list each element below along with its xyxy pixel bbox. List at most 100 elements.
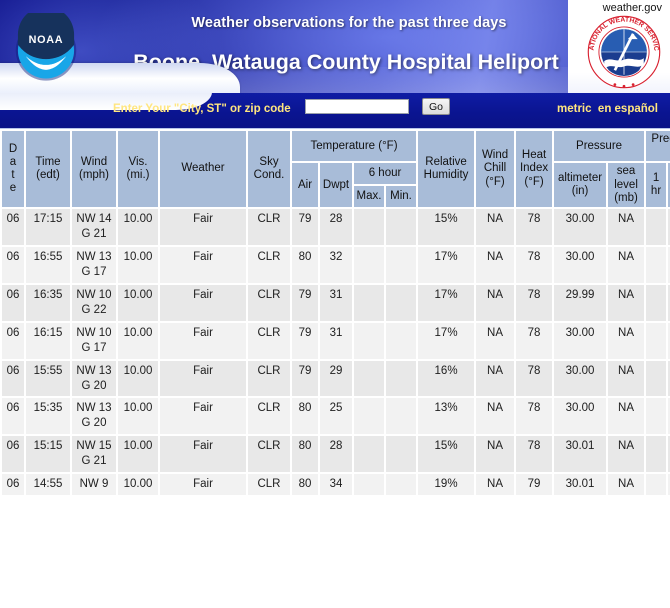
header-time-unit: (edt) xyxy=(36,169,60,182)
cell-sea-level: NA xyxy=(608,436,645,473)
header-sea-level: sea level (mb) xyxy=(608,163,645,208)
cell-heat-index: 78 xyxy=(516,360,553,397)
metric-link[interactable]: metric xyxy=(557,103,592,115)
cell-sea-level: NA xyxy=(608,398,645,435)
cell-air-temp: 79 xyxy=(292,209,318,245)
cell-wind: NW 13 G 20 xyxy=(72,360,116,397)
cell-precip-1hr xyxy=(646,246,667,283)
cell-wind: NW 14 G 21 xyxy=(72,209,116,245)
cell-dewpoint: 29 xyxy=(320,360,352,397)
cell-dewpoint: 31 xyxy=(320,322,352,359)
espanol-link[interactable]: en español xyxy=(598,103,658,115)
table-row: 06 17:15 NW 14 G 21 10.00 Fair CLR 79 28 15% NA 7… xyxy=(2,209,670,245)
cell-temp-min xyxy=(386,398,417,435)
cell-precip-1hr xyxy=(646,398,667,435)
language-links: metric en español xyxy=(557,103,658,115)
cell-precip-1hr xyxy=(646,436,667,473)
cell-weather: Fair xyxy=(160,398,246,435)
header-sea-line1: sea xyxy=(616,165,636,178)
cell-heat-index: 78 xyxy=(516,322,553,359)
cell-heat-index: 78 xyxy=(516,284,553,321)
header-relative-humidity: Relative Humidity xyxy=(418,131,475,208)
observations-table-container: Date Time (edt) Wind (mph) Vis. (mi.) We… xyxy=(0,129,670,498)
cell-weather: Fair xyxy=(160,284,246,321)
cell-visibility: 10.00 xyxy=(118,322,158,359)
header-sky-label: Sky xyxy=(259,155,279,168)
header-vis-unit: (mi.) xyxy=(126,169,150,182)
cell-visibility: 10.00 xyxy=(118,398,158,435)
cell-wind-chill: NA xyxy=(476,246,515,283)
header-precip-1hr: 1 hr xyxy=(646,163,667,208)
header-date: Date xyxy=(2,131,24,208)
cell-air-temp: 79 xyxy=(292,322,318,359)
cell-weather: Fair xyxy=(160,246,246,283)
cell-precip-1hr xyxy=(646,322,667,359)
observations-table-body: 06 17:15 NW 14 G 21 10.00 Fair CLR 79 28 15% NA 7… xyxy=(2,209,670,496)
cell-heat-index: 79 xyxy=(516,474,553,496)
cell-altimeter: 30.00 xyxy=(554,360,607,397)
header-wind-chill: Wind Chill (°F) xyxy=(476,131,515,208)
header-temperature-group: Temperature (°F) xyxy=(292,131,417,162)
cell-relative-humidity: 15% xyxy=(418,209,475,245)
cell-date: 06 xyxy=(2,360,24,397)
cell-sky-cond: CLR xyxy=(248,360,290,397)
header-temp-min: Min. xyxy=(386,186,417,208)
svg-text:NOAA: NOAA xyxy=(29,34,64,46)
cell-temp-max xyxy=(354,246,384,283)
cell-temp-max xyxy=(354,398,384,435)
cell-relative-humidity: 19% xyxy=(418,474,475,496)
cell-visibility: 10.00 xyxy=(118,246,158,283)
cell-date: 06 xyxy=(2,436,24,473)
header-vis: Vis. (mi.) xyxy=(118,131,158,208)
header-chill-line2: Chill xyxy=(483,162,507,175)
table-row: 06 15:15 NW 15 G 21 10.00 Fair CLR 80 28 15% NA 7… xyxy=(2,436,670,473)
cell-temp-min xyxy=(386,322,417,359)
search-input[interactable] xyxy=(305,99,409,114)
header-pressure-group: Pressure xyxy=(554,131,645,162)
header-wind: Wind (mph) xyxy=(72,131,116,208)
cell-time: 15:15 xyxy=(26,436,70,473)
cell-time: 15:55 xyxy=(26,360,70,397)
cell-dewpoint: 31 xyxy=(320,284,352,321)
cell-sky-cond: CLR xyxy=(248,436,290,473)
cell-temp-max xyxy=(354,436,384,473)
cell-wind: NW 9 xyxy=(72,474,116,496)
header-six-hour: 6 hour xyxy=(354,163,417,185)
cell-relative-humidity: 15% xyxy=(418,436,475,473)
cell-heat-index: 78 xyxy=(516,398,553,435)
cell-temp-max xyxy=(354,209,384,245)
header-p1-num: 1 xyxy=(652,172,660,185)
cell-precip-1hr xyxy=(646,284,667,321)
cell-date: 06 xyxy=(2,398,24,435)
header-dewpoint: Dwpt xyxy=(320,163,352,208)
table-row: 06 16:35 NW 10 G 22 10.00 Fair CLR 79 31 17% NA 7… xyxy=(2,284,670,321)
cell-weather: Fair xyxy=(160,209,246,245)
table-row: 06 15:55 NW 13 G 20 10.00 Fair CLR 79 29 16% NA 7… xyxy=(2,360,670,397)
header-precip-label: Precipitation xyxy=(651,133,670,145)
go-button[interactable]: Go xyxy=(422,98,450,115)
cell-air-temp: 80 xyxy=(292,436,318,473)
cell-sea-level: NA xyxy=(608,209,645,245)
cell-wind-chill: NA xyxy=(476,284,515,321)
cell-relative-humidity: 16% xyxy=(418,360,475,397)
cell-wind-chill: NA xyxy=(476,209,515,245)
cell-altimeter: 29.99 xyxy=(554,284,607,321)
cell-dewpoint: 25 xyxy=(320,398,352,435)
cell-visibility: 10.00 xyxy=(118,209,158,245)
cell-time: 16:15 xyxy=(26,322,70,359)
header-wind-label: Wind xyxy=(80,155,108,168)
cell-visibility: 10.00 xyxy=(118,474,158,496)
cell-temp-min xyxy=(386,436,417,473)
cell-temp-min xyxy=(386,360,417,397)
cell-heat-index: 78 xyxy=(516,436,553,473)
header-heat-index: Heat Index (°F) xyxy=(516,131,553,208)
page-banner: NOAA Weather observations for the past t… xyxy=(0,0,670,93)
cell-wind: NW 15 G 21 xyxy=(72,436,116,473)
header-time-label: Time xyxy=(35,155,61,168)
cell-altimeter: 30.01 xyxy=(554,436,607,473)
cell-altimeter: 30.00 xyxy=(554,322,607,359)
cell-dewpoint: 34 xyxy=(320,474,352,496)
cell-date: 06 xyxy=(2,209,24,245)
cell-time: 16:55 xyxy=(26,246,70,283)
cell-date: 06 xyxy=(2,322,24,359)
